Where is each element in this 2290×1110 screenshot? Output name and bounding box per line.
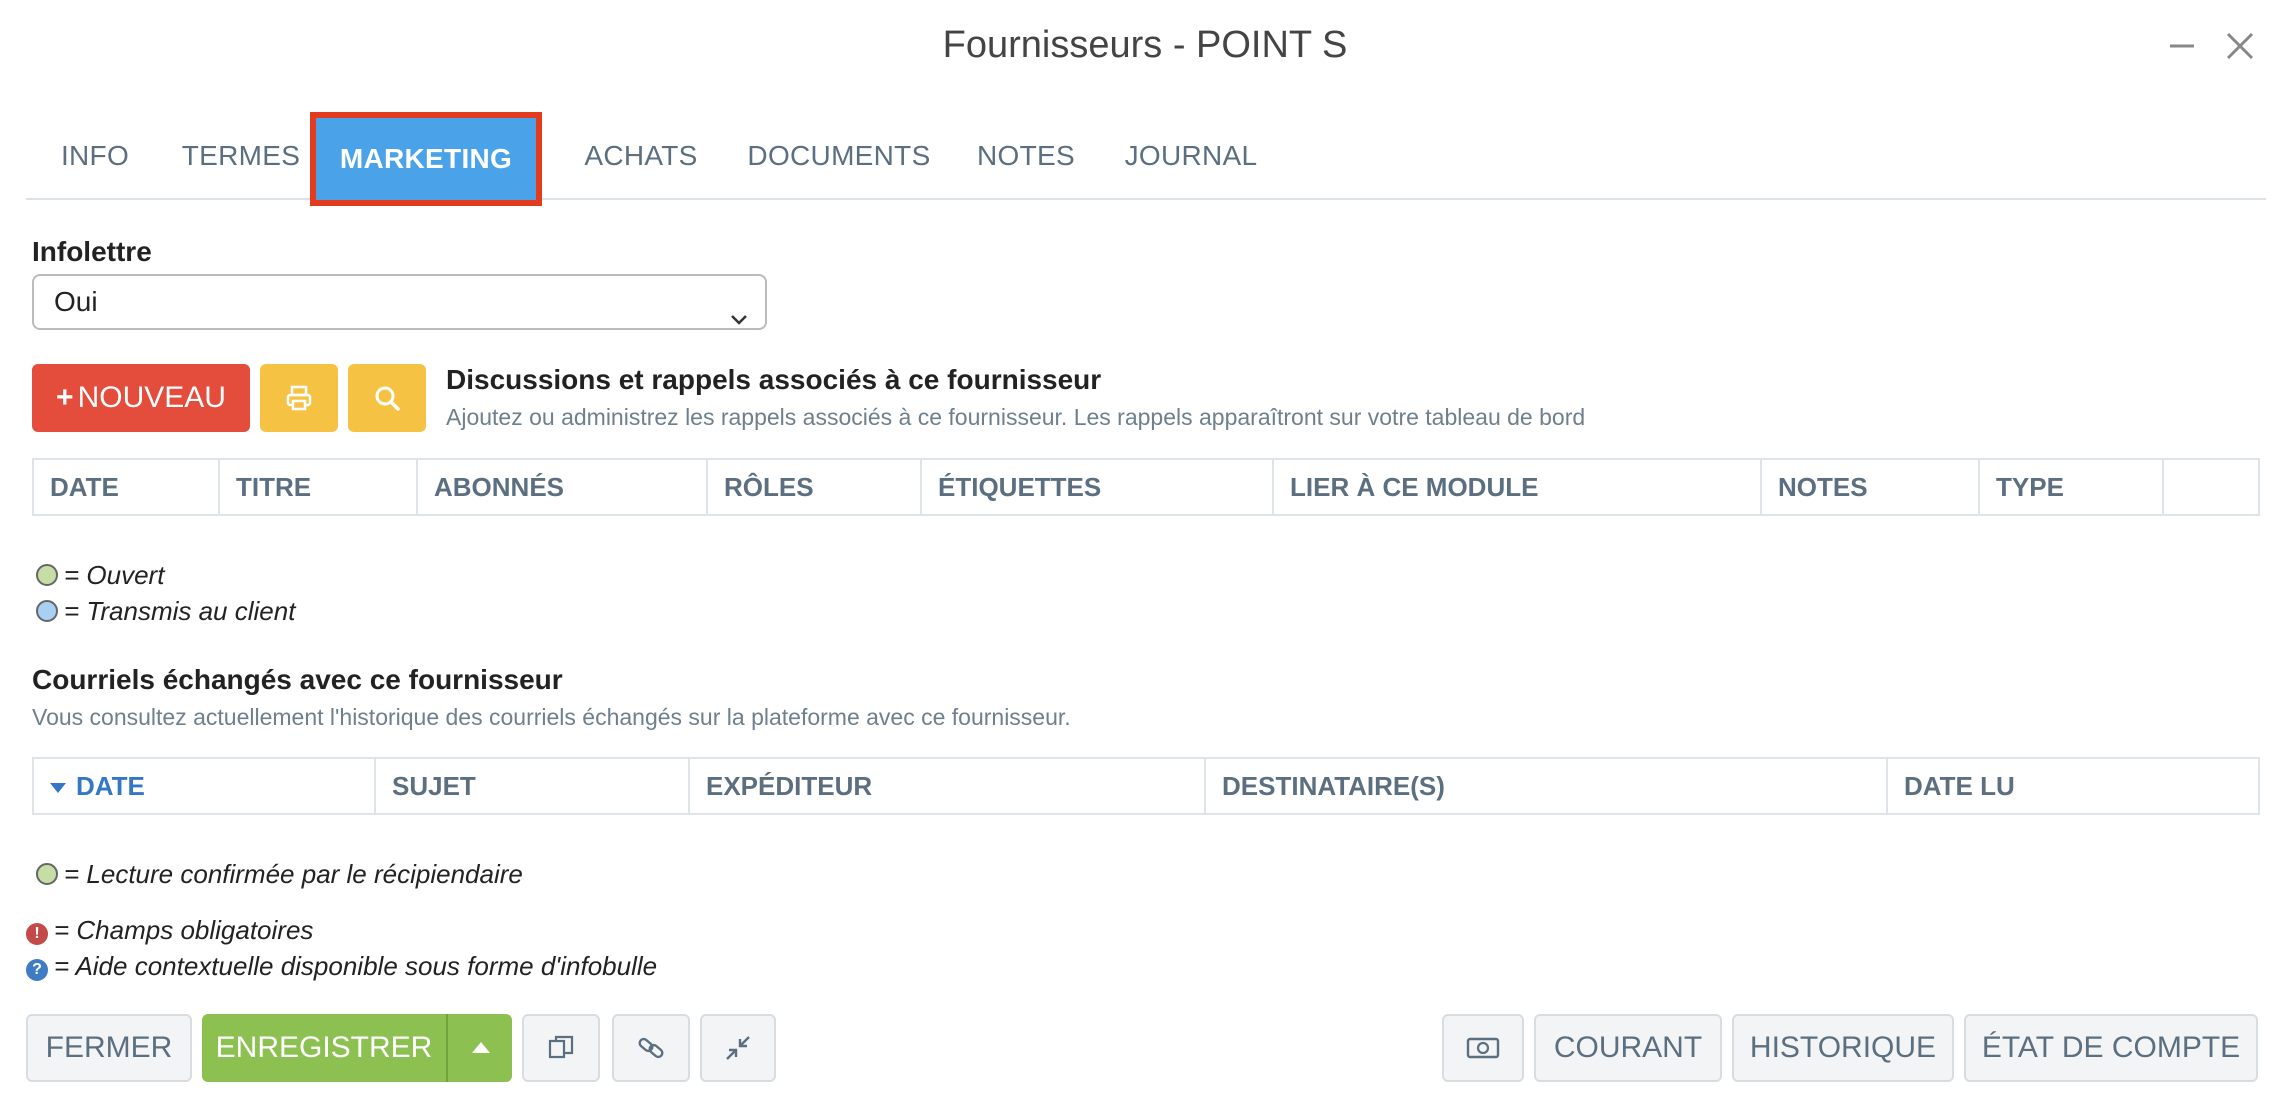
- caret-up-icon: [472, 1042, 490, 1053]
- new-reminder-button[interactable]: + NOUVEAU: [32, 364, 250, 432]
- reminders-title: Discussions et rappels associés à ce fou…: [446, 364, 1102, 395]
- copy-icon: [548, 1035, 574, 1059]
- col-sujet[interactable]: SUJET: [374, 759, 688, 813]
- col-date[interactable]: DATE: [34, 460, 218, 514]
- collapse-button[interactable]: [700, 1014, 776, 1082]
- note-required-fields: ! = Champs obligatoires: [26, 915, 313, 946]
- emails-title: Courriels échangés avec ce fournisseur: [32, 664, 563, 695]
- duplicate-button[interactable]: [522, 1014, 600, 1082]
- col-etiquettes[interactable]: ÉTIQUETTES: [920, 460, 1272, 514]
- reminders-table-header: DATE TITRE ABONNÉS RÔLES ÉTIQUETTES LIER…: [32, 458, 2260, 516]
- legend-open: = Ouvert: [36, 560, 164, 591]
- window-title: Fournisseurs - POINT S: [942, 24, 1348, 66]
- link-button[interactable]: [612, 1014, 690, 1082]
- col-type[interactable]: TYPE: [1978, 460, 2162, 514]
- legend-read-confirmed: = Lecture confirmée par le récipiendaire: [36, 859, 523, 890]
- infolettre-value: Oui: [54, 286, 98, 317]
- plus-icon: +: [56, 381, 74, 414]
- tab-termes[interactable]: TERMES: [166, 112, 316, 200]
- save-button[interactable]: ENREGISTRER: [202, 1014, 446, 1082]
- save-options-toggle[interactable]: [446, 1014, 512, 1082]
- print-icon: [286, 385, 312, 411]
- tab-documents[interactable]: DOCUMENTS: [734, 112, 944, 200]
- col-expediteur[interactable]: EXPÉDITEUR: [688, 759, 1204, 813]
- note-contextual-help: ? = Aide contextuelle disponible sous for…: [26, 951, 657, 982]
- col-notes[interactable]: NOTES: [1760, 460, 1978, 514]
- col-lier-module[interactable]: LIER À CE MODULE: [1272, 460, 1760, 514]
- emails-subtitle: Vous consultez actuellement l'historique…: [32, 704, 1071, 730]
- tab-bar: INFO TERMES MARKETING ACHATS DOCUMENTS N…: [26, 112, 2266, 206]
- question-icon: ?: [26, 959, 48, 981]
- chevron-down-icon: [729, 294, 749, 325]
- blue-status-dot: [36, 600, 58, 622]
- tab-marketing[interactable]: MARKETING: [310, 112, 542, 206]
- money-icon: [1466, 1037, 1500, 1059]
- search-button[interactable]: [348, 364, 426, 432]
- tab-info[interactable]: INFO: [40, 112, 150, 200]
- close-button[interactable]: FERMER: [26, 1014, 192, 1082]
- col-email-date[interactable]: DATE: [34, 759, 374, 813]
- legend-transmitted: = Transmis au client: [36, 596, 295, 627]
- new-button-label: NOUVEAU: [77, 381, 226, 414]
- col-titre[interactable]: TITRE: [218, 460, 416, 514]
- emails-table-header: DATE SUJET EXPÉDITEUR DESTINATAIRE(S) DA…: [32, 757, 2260, 815]
- sort-desc-icon: [50, 783, 66, 794]
- col-date-lu[interactable]: DATE LU: [1886, 759, 2258, 813]
- col-abonnes[interactable]: ABONNÉS: [416, 460, 706, 514]
- col-roles[interactable]: RÔLES: [706, 460, 920, 514]
- infolettre-select[interactable]: Oui: [32, 274, 767, 330]
- exclamation-icon: !: [26, 923, 48, 945]
- tab-notes[interactable]: NOTES: [956, 112, 1096, 200]
- history-button[interactable]: HISTORIQUE: [1732, 1014, 1954, 1082]
- link-icon: [638, 1037, 664, 1059]
- close-icon[interactable]: [2218, 24, 2262, 68]
- green-status-dot: [36, 863, 58, 885]
- reminders-subtitle: Ajoutez ou administrez les rappels assoc…: [446, 404, 1586, 430]
- account-statement-button[interactable]: ÉTAT DE COMPTE: [1964, 1014, 2258, 1082]
- col-destinataires[interactable]: DESTINATAIRE(S): [1204, 759, 1886, 813]
- col-actions: [2162, 460, 2258, 514]
- infolettre-label: Infolettre: [32, 236, 152, 267]
- green-status-dot: [36, 564, 58, 586]
- search-icon: [375, 386, 400, 411]
- compress-icon: [726, 1036, 750, 1060]
- minimize-icon[interactable]: [2160, 24, 2204, 68]
- tab-journal[interactable]: JOURNAL: [1096, 112, 1286, 200]
- tab-achats[interactable]: ACHATS: [556, 112, 726, 200]
- print-button[interactable]: [260, 364, 338, 432]
- current-button[interactable]: COURANT: [1534, 1014, 1722, 1082]
- billing-button[interactable]: [1442, 1014, 1524, 1082]
